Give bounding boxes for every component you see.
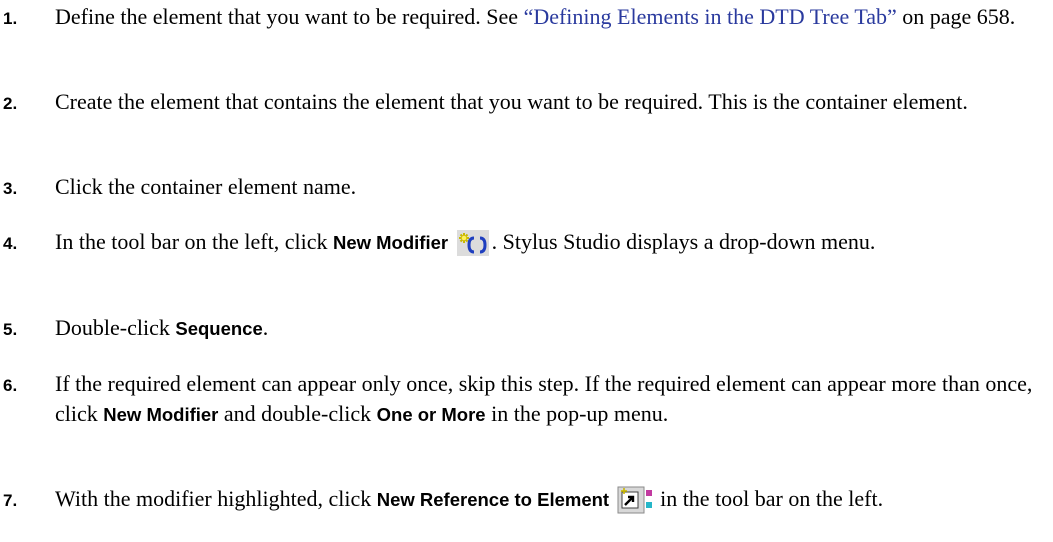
step-number: 7. xyxy=(3,491,18,510)
new-modifier-icon xyxy=(456,229,490,265)
step-6: 6. If the required element can appear on… xyxy=(0,369,1053,430)
step-3: 3. Click the container element name. xyxy=(0,172,1053,202)
step-number: 5. xyxy=(3,320,18,339)
step-number: 3. xyxy=(3,179,18,198)
step-number: 6. xyxy=(3,376,18,395)
step-2: 2. Create the element that contains the … xyxy=(0,87,1053,117)
step-text-part: Double-click xyxy=(55,315,176,340)
step-5: 5. Double-click Sequence. xyxy=(0,313,1053,344)
step-text: In the tool bar on the left, click New M… xyxy=(55,227,1047,265)
step-text: Double-click Sequence. xyxy=(55,313,1047,344)
ui-label: Sequence xyxy=(175,318,263,339)
ui-label: One or More xyxy=(376,404,486,425)
step-number: 2. xyxy=(3,94,18,113)
ui-label: New Modifier xyxy=(103,404,219,425)
step-text: Click the container element name. xyxy=(55,174,357,199)
step-text-part: Define the element that you want to be r… xyxy=(55,4,524,29)
step-text: With the modifier highlighted, click New… xyxy=(55,484,1047,522)
step-7: 7. With the modifier highlighted, click … xyxy=(0,484,1053,522)
step-text: Define the element that you want to be r… xyxy=(55,2,1047,32)
cross-reference-link[interactable]: “Defining Elements in the DTD Tree Tab” xyxy=(524,4,897,29)
step-text-part: In the tool bar on the left, click xyxy=(55,229,333,254)
step-number: 4. xyxy=(3,234,18,253)
step-1: 1. Define the element that you want to b… xyxy=(0,2,1053,32)
step-number: 1. xyxy=(3,9,18,28)
document-page: 1. Define the element that you want to b… xyxy=(0,0,1053,542)
step-text-part: in the pop-up menu. xyxy=(485,401,669,426)
step-text: Create the element that contains the ele… xyxy=(55,89,968,114)
step-text-part: . xyxy=(262,315,269,340)
step-text-part: . Stylus Studio displays a drop-down men… xyxy=(491,229,876,254)
step-text-part: and double-click xyxy=(218,401,377,426)
step-text-part: on page 658. xyxy=(896,4,1016,29)
step-4: 4. In the tool bar on the left, click Ne… xyxy=(0,227,1053,265)
ui-label: New Reference to Element xyxy=(376,489,610,510)
ui-label: New Modifier xyxy=(332,232,449,253)
new-reference-to-element-icon xyxy=(617,486,653,522)
step-text: If the required element can appear only … xyxy=(55,369,1047,430)
step-text-part: in the tool bar on the left. xyxy=(654,486,884,511)
step-text-part: With the modifier highlighted, click xyxy=(55,486,377,511)
